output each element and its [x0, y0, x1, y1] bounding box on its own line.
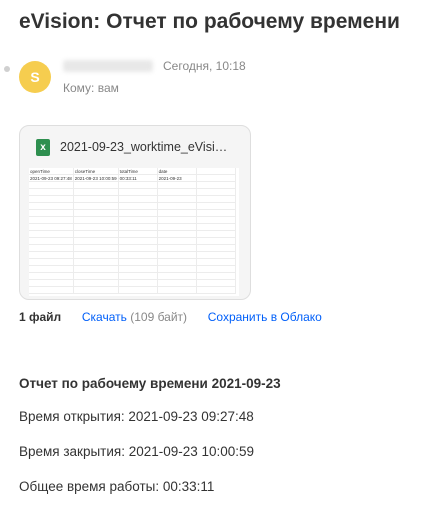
- attachment-file-name[interactable]: 2021-09-23_worktime_eVisi…: [60, 140, 240, 154]
- preview-empty-row: [29, 209, 236, 217]
- preview-cell: 2021-09-23: [157, 174, 197, 182]
- preview-empty-row: [29, 244, 236, 252]
- email-date: Сегодня, 10:18: [163, 59, 246, 73]
- preview-empty-row: [29, 237, 236, 245]
- preview-cell: 00:33:11: [118, 174, 158, 182]
- recipient-line: Кому: вам: [63, 81, 119, 95]
- preview-empty-row: [29, 223, 236, 231]
- preview-empty-row: [29, 216, 236, 224]
- preview-cell: 2021-09-23 09:27:48: [29, 174, 74, 182]
- file-count: 1 файл: [19, 310, 62, 324]
- sender-name-blurred[interactable]: [63, 60, 153, 72]
- preview-empty-row: [29, 195, 236, 203]
- preview-empty-row: [29, 279, 236, 287]
- preview-empty-row: [29, 230, 236, 238]
- report-title: Отчет по рабочему времени 2021-09-23: [19, 376, 281, 391]
- attachment-card[interactable]: x 2021-09-23_worktime_eVisi… openTime cl…: [19, 125, 251, 300]
- file-size: (109 байт): [130, 310, 188, 324]
- save-to-cloud-link[interactable]: Сохранить в Облако: [208, 310, 322, 324]
- preview-empty-row: [29, 286, 236, 294]
- preview-empty-row: [29, 188, 236, 196]
- files-bar: 1 файл Скачать (109 байт) Сохранить в Об…: [19, 310, 322, 324]
- preview-empty-row: [29, 265, 236, 273]
- preview-data-row: 2021-09-23 09:27:48 2021-09-23 10:00:59 …: [29, 174, 236, 182]
- preview-empty-row: [29, 272, 236, 280]
- avatar[interactable]: S: [19, 61, 51, 93]
- download-link[interactable]: Скачать: [82, 310, 127, 324]
- total-time-line: Общее время работы: 00:33:11: [19, 479, 215, 494]
- excel-file-icon: x: [36, 139, 50, 156]
- preview-cell: 2021-09-23 10:00:59: [73, 174, 119, 182]
- close-time-line: Время закрытия: 2021-09-23 10:00:59: [19, 444, 255, 459]
- preview-empty-row: [29, 202, 236, 210]
- unread-dot[interactable]: [4, 66, 10, 72]
- email-subject: eVision: Отчет по рабочему времени: [19, 10, 400, 33]
- attachment-preview[interactable]: openTime closeTime totalTime date 2021-0…: [29, 168, 239, 296]
- preview-table: openTime closeTime totalTime date 2021-0…: [29, 168, 236, 294]
- preview-empty-cell: [196, 174, 236, 182]
- preview-empty-row: [29, 181, 236, 189]
- preview-empty-row: [29, 251, 236, 259]
- open-time-line: Время открытия: 2021-09-23 09:27:48: [19, 409, 254, 424]
- preview-empty-row: [29, 258, 236, 266]
